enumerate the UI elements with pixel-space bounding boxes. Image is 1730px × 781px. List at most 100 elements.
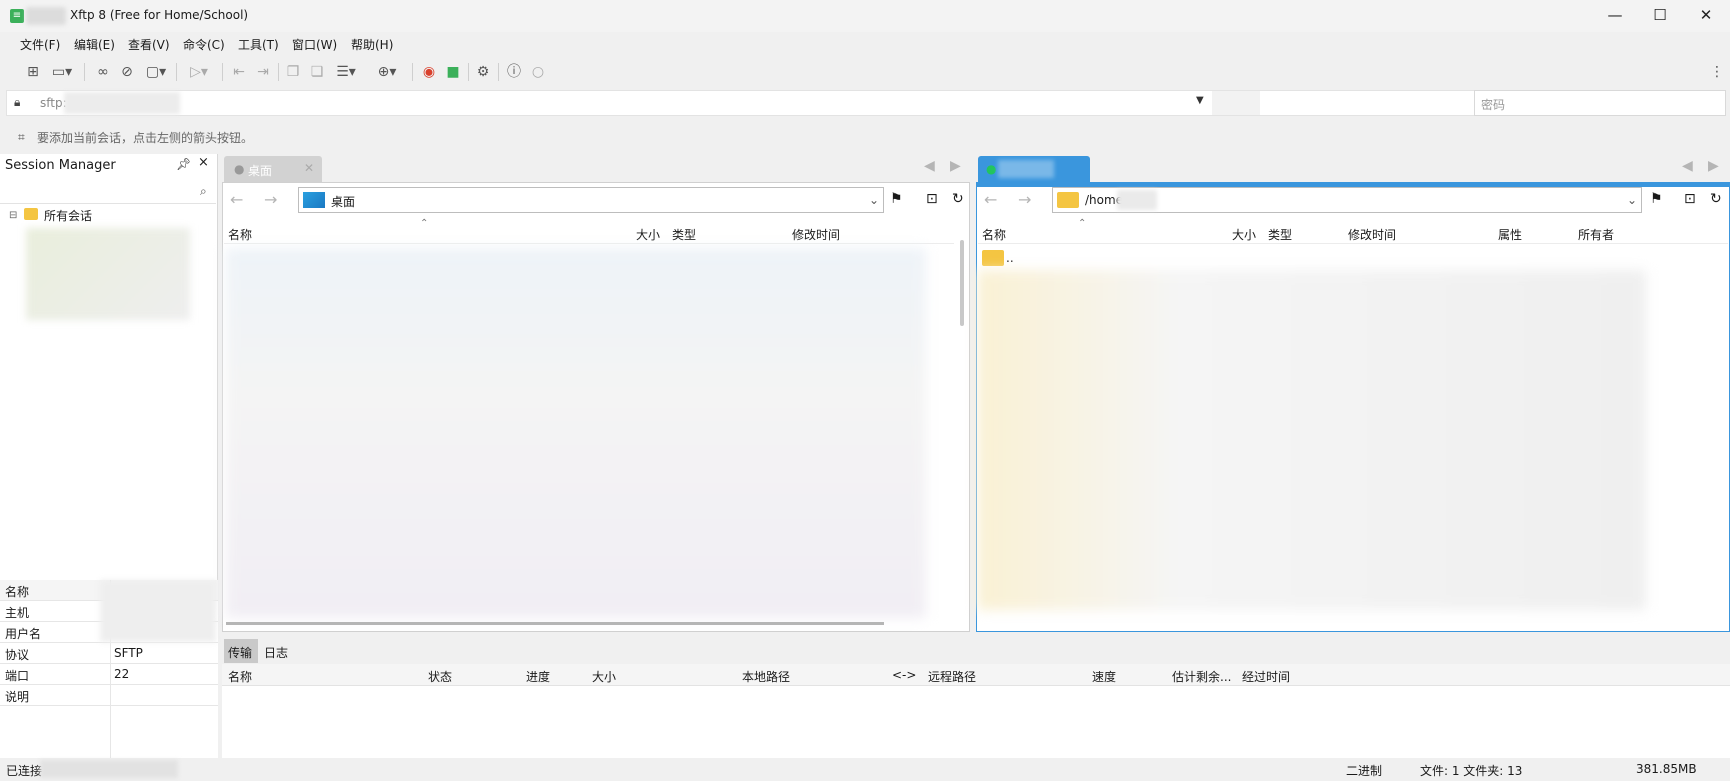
remote-path-field[interactable]: /home ⌄ [1052, 187, 1642, 213]
col-eta[interactable]: 估计剩余... [1172, 668, 1231, 685]
chat-icon[interactable]: ○ [529, 63, 547, 81]
forward-icon[interactable]: → [264, 190, 277, 209]
folder-icon [982, 250, 1004, 266]
reconnect-icon[interactable]: ▢▾ [142, 63, 170, 81]
more-options-icon[interactable]: ⋮ [1708, 63, 1726, 81]
prop-row: 说明 [0, 685, 218, 706]
settings-icon[interactable]: ⚙ [474, 63, 492, 81]
redacted-path [1117, 190, 1157, 210]
bookmark-icon[interactable]: ⚑ [890, 191, 903, 207]
menu-edit[interactable]: 编辑(E) [74, 36, 115, 53]
col-name[interactable]: 名称 [228, 668, 252, 685]
col-local-path[interactable]: 本地路径 [742, 668, 790, 685]
tab-transfer[interactable]: 传输 [224, 639, 258, 663]
tab-scroll-right-icon[interactable]: ▶ [950, 158, 961, 174]
xshell-icon[interactable]: ◉ [420, 63, 438, 81]
tab-scroll-right-icon[interactable]: ▶ [1708, 158, 1719, 174]
maximize-button[interactable]: ☐ [1637, 0, 1683, 32]
tab-scroll-left-icon[interactable]: ◀ [924, 158, 935, 174]
col-owner[interactable]: 所有者 [1578, 226, 1614, 243]
col-size[interactable]: 大小 [592, 668, 616, 685]
col-elapsed[interactable]: 经过时间 [1242, 668, 1290, 685]
back-icon[interactable]: ← [984, 190, 997, 209]
tab-remote-session[interactable]: ● [978, 156, 1090, 182]
transfer-column-header: 名称 状态 进度 大小 本地路径 <-> 远程路径 速度 估计剩余... 经过时… [222, 664, 1730, 686]
col-status[interactable]: 状态 [428, 668, 452, 685]
forward-icon[interactable]: → [1018, 190, 1031, 209]
open-session-icon[interactable]: ▭▾ [48, 63, 76, 81]
parent-dir-label: .. [1006, 251, 1014, 265]
view-list-icon[interactable]: ☰▾ [332, 63, 360, 81]
path-dropdown-icon[interactable]: ⌄ [869, 193, 879, 207]
session-search-input[interactable] [0, 180, 216, 204]
redacted-session-list [26, 228, 190, 320]
tree-collapse-icon[interactable]: ⊟ [9, 210, 17, 221]
local-scrollbar[interactable] [960, 240, 964, 326]
connect-icon[interactable]: ∞ [94, 63, 112, 81]
password-field[interactable]: 密码 [1474, 90, 1726, 116]
back-icon[interactable]: ← [230, 190, 243, 209]
refresh-icon[interactable]: ↻ [1710, 191, 1722, 207]
close-panel-icon[interactable]: × [198, 155, 209, 170]
close-button[interactable]: ✕ [1683, 0, 1729, 32]
menu-window[interactable]: 窗口(W) [292, 36, 337, 53]
tab-close-icon[interactable]: ✕ [304, 161, 314, 175]
transfer-icon[interactable]: ▷▾ [184, 63, 214, 81]
address-dropdown-icon[interactable]: ▼ [1196, 95, 1204, 106]
minimize-button[interactable]: — [1592, 0, 1638, 32]
prop-value: SFTP [114, 646, 143, 660]
lock-icon: 🔒︎ [14, 95, 21, 109]
disconnect-icon[interactable]: ⊘ [118, 63, 136, 81]
new-folder-icon[interactable]: ⊡ [926, 191, 938, 207]
refresh-icon[interactable]: ↻ [952, 191, 964, 207]
col-modified[interactable]: 修改时间 [792, 226, 840, 243]
bookmark-icon[interactable]: ⚑ [1650, 191, 1663, 207]
col-name[interactable]: 名称 [982, 226, 1006, 243]
col-type[interactable]: 类型 [672, 226, 696, 243]
col-speed[interactable]: 速度 [1092, 668, 1116, 685]
remote-parent-row[interactable]: .. [980, 248, 1720, 268]
col-remote-path[interactable]: 远程路径 [928, 668, 976, 685]
menu-file[interactable]: 文件(F) [20, 36, 60, 53]
tab-local-desktop[interactable]: ● 桌面 ✕ [224, 156, 322, 182]
search-icon[interactable]: ⌕ [200, 184, 207, 199]
copy-icon[interactable]: ❐ [284, 63, 302, 81]
local-h-scrollbar[interactable] [226, 622, 884, 625]
menu-view[interactable]: 查看(V) [128, 36, 170, 53]
address-bar[interactable] [6, 90, 1726, 116]
status-size: 381.85MB [1636, 762, 1697, 776]
folder-icon [24, 208, 38, 220]
menu-tools[interactable]: 工具(T) [238, 36, 279, 53]
window-title: Xftp 8 (Free for Home/School) [70, 8, 249, 22]
tab-log[interactable]: 日志 [264, 644, 288, 661]
tree-root-all-sessions[interactable]: 所有会话 [44, 207, 92, 224]
col-size[interactable]: 大小 [636, 226, 660, 243]
move-right-icon[interactable]: ⇥ [254, 63, 272, 81]
prop-value: 22 [114, 667, 130, 681]
col-size[interactable]: 大小 [1232, 226, 1256, 243]
xftp-icon[interactable]: ■ [444, 63, 462, 81]
pin-icon[interactable]: 📌︎ [176, 157, 191, 171]
tab-label: 桌面 [248, 164, 273, 178]
new-folder-icon[interactable]: ⊡ [1684, 191, 1696, 207]
redacted-properties [100, 580, 216, 642]
move-left-icon[interactable]: ⇤ [230, 63, 248, 81]
globe-icon[interactable]: ⊕▾ [372, 63, 402, 81]
col-name[interactable]: 名称 [228, 226, 252, 243]
menu-command[interactable]: 命令(C) [183, 36, 225, 53]
help-icon[interactable]: ⓘ [505, 63, 523, 81]
add-session-icon[interactable]: ⌗ [18, 130, 25, 145]
paste-icon[interactable]: ❏ [308, 63, 326, 81]
local-path-field[interactable]: 桌面 ⌄ [298, 187, 884, 213]
new-session-icon[interactable]: ⊞ [24, 63, 42, 81]
username-field[interactable] [1212, 91, 1260, 115]
col-type[interactable]: 类型 [1268, 226, 1292, 243]
col-attributes[interactable]: 属性 [1498, 226, 1522, 243]
col-progress[interactable]: 进度 [526, 668, 550, 685]
menu-help[interactable]: 帮助(H) [351, 36, 393, 53]
col-modified[interactable]: 修改时间 [1348, 226, 1396, 243]
toolbar: ⊞ ▭▾ ∞ ⊘ ▢▾ ▷▾ ⇤ ⇥ ❐ ❏ ☰▾ ⊕▾ ◉ ■ ⚙ ⓘ ○ ⋮ [0, 56, 1730, 88]
tab-scroll-left-icon[interactable]: ◀ [1682, 158, 1693, 174]
path-dropdown-icon[interactable]: ⌄ [1627, 193, 1637, 207]
col-direction[interactable]: <-> [892, 668, 916, 682]
